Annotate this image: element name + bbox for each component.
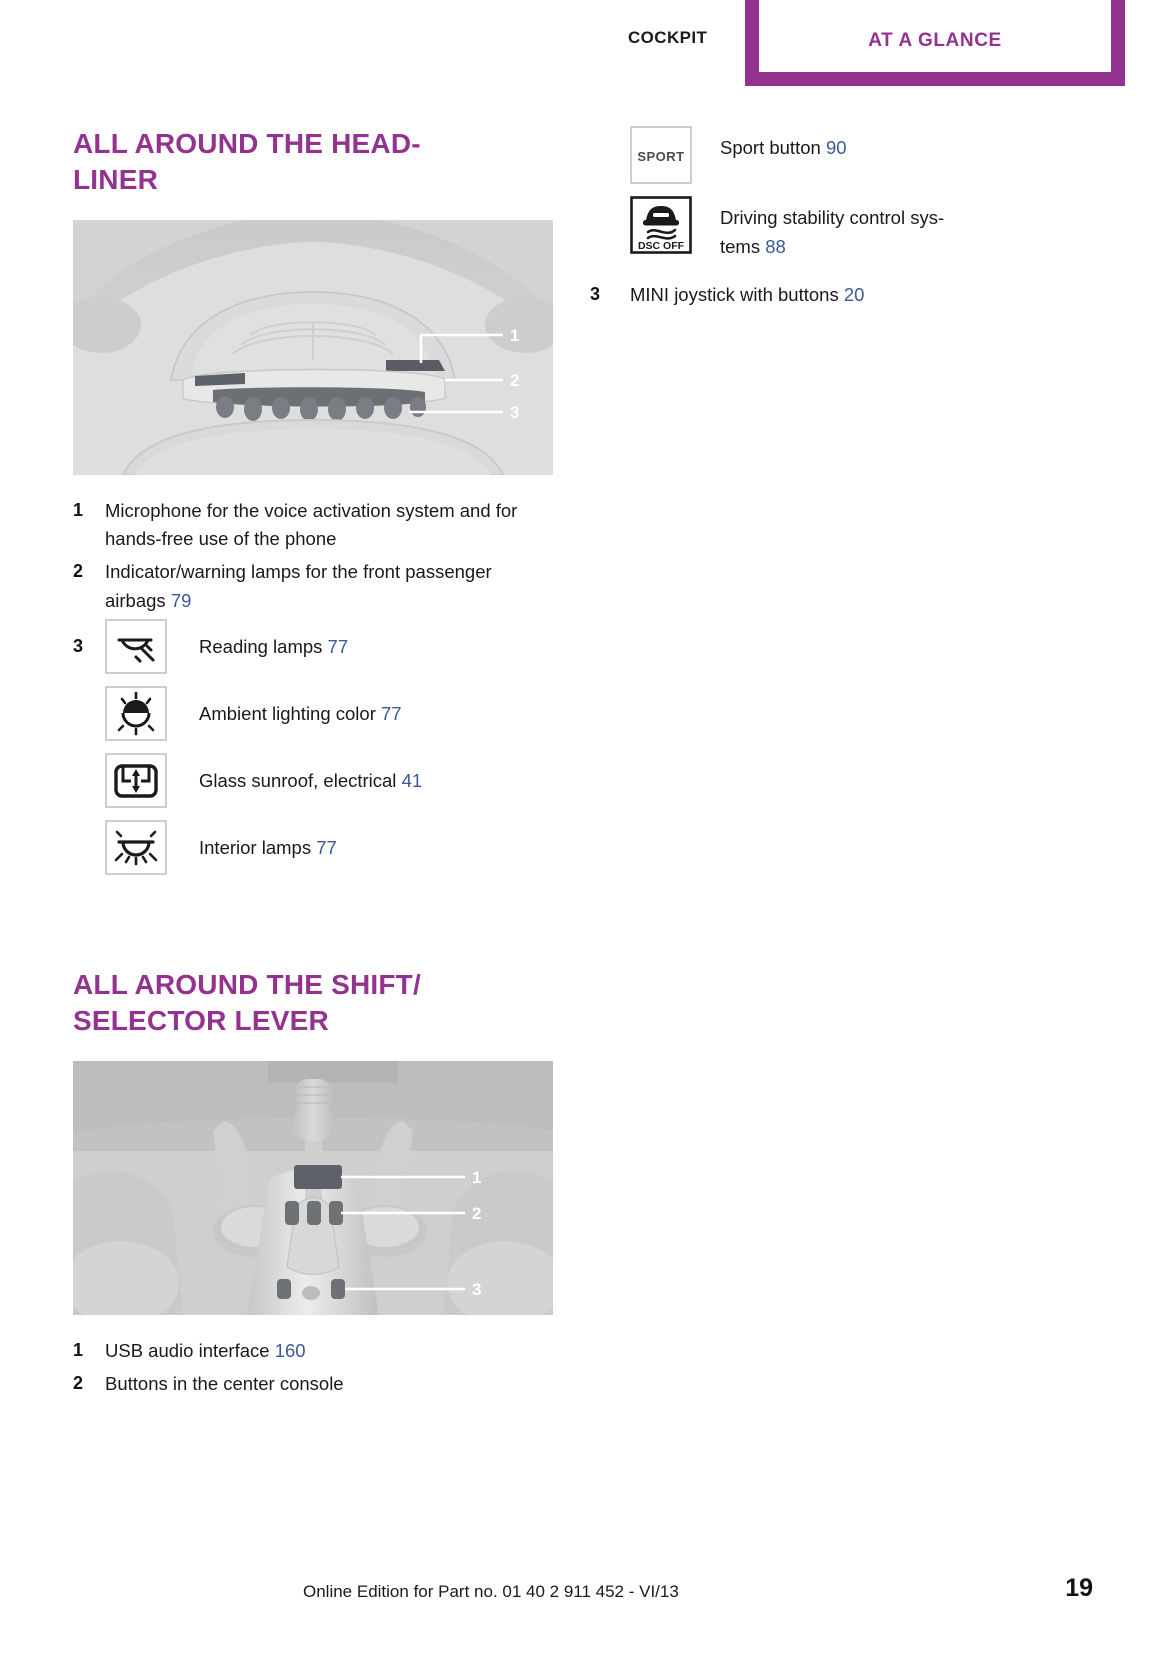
list-item-text: Indicator/warning lamps for the front pa… xyxy=(105,558,553,615)
list-item-label: MINI joystick with buttons xyxy=(630,284,839,306)
header-section-tab-label: AT A GLANCE xyxy=(868,30,1002,51)
icon-list-item-label-wrap: Reading lamps 77 xyxy=(167,619,348,662)
list-item: 3 MINI joystick with buttons 20 xyxy=(590,281,1090,310)
page-reference[interactable]: 160 xyxy=(275,1340,306,1361)
dsc-off-icon: DSC OFF xyxy=(630,196,692,254)
list-item: 2 Buttons in the center console xyxy=(73,1370,553,1399)
icon-list-item-label-wrap: Sport button 90 xyxy=(692,126,847,163)
list-item-text: MINI joystick with buttons 20 xyxy=(630,281,864,310)
svg-text:2: 2 xyxy=(510,371,519,390)
icon-list-item-label: Ambient lighting color xyxy=(199,703,376,725)
icon-list-item-label: Glass sunroof, electrical xyxy=(199,770,397,792)
interior-lamp-icon xyxy=(105,820,167,876)
page-reference[interactable]: 88 xyxy=(765,236,786,257)
section-title-headliner-line1: ALL AROUND THE HEAD- xyxy=(73,128,421,159)
icon-list-item: DSC OFF Driving stability control sys- t… xyxy=(590,196,1090,261)
svg-text:3: 3 xyxy=(510,403,519,422)
icon-list-item-label: Sport button xyxy=(720,137,821,158)
list-item: 1 Microphone for the voice activation sy… xyxy=(73,497,553,554)
svg-text:DSC OFF: DSC OFF xyxy=(638,240,685,252)
icon-list-item-label-wrap: Driving stability control sys- tems 88 xyxy=(692,196,944,261)
list-item: 1 USB audio interface 160 xyxy=(73,1337,553,1366)
left-column: ALL AROUND THE HEAD- LINER 1 2 3 1 Micro… xyxy=(73,126,553,1402)
glass-sunroof-icon xyxy=(105,753,167,809)
icon-list-item: Interior lamps 77 xyxy=(73,820,553,876)
page-reference[interactable]: 90 xyxy=(826,137,847,158)
list-item-text: USB audio interface 160 xyxy=(105,1337,306,1366)
icon-list-item: SPORT Sport button 90 xyxy=(590,126,1090,184)
icon-list-item: 3 Reading lamps 77 xyxy=(73,619,553,675)
icon-list-item-label-wrap: Interior lamps 77 xyxy=(167,820,337,863)
list-item-text: Microphone for the voice activation syst… xyxy=(105,499,518,550)
page-reference[interactable]: 77 xyxy=(328,636,349,657)
list-item-number: 2 xyxy=(73,561,84,581)
svg-text:1: 1 xyxy=(510,326,519,345)
icon-list-item-number: 3 xyxy=(73,636,84,657)
list-item: 2 Indicator/warning lamps for the front … xyxy=(73,558,553,615)
section-title-shift-lever-line1: ALL AROUND THE SHIFT/ xyxy=(73,969,421,1001)
section-title-shift-lever-line2: SELECTOR LEVER xyxy=(73,1005,329,1037)
icon-list-item-label-wrap: Glass sunroof, electrical 41 xyxy=(167,753,422,796)
list-item-label: Indicator/warning lamps for the front pa… xyxy=(105,561,492,611)
list-item-number: 2 xyxy=(73,1372,84,1393)
shift-lever-illustration: 1 2 3 xyxy=(73,1061,553,1315)
reading-lamp-icon xyxy=(105,619,167,675)
section-title-headliner-line2: LINER xyxy=(73,163,158,195)
icon-list-item-label: Reading lamps xyxy=(199,636,323,658)
icon-list-item-number xyxy=(73,820,105,834)
section-title-shift-lever: ALL AROUND THE SHIFT/ SELECTOR LEVER xyxy=(73,967,553,1039)
icon-list-item: Glass sunroof, electrical 41 xyxy=(73,753,553,809)
svg-text:1: 1 xyxy=(472,1168,481,1187)
list-item-text: Buttons in the center console xyxy=(105,1372,344,1394)
header-cockpit-label: COCKPIT xyxy=(628,28,708,47)
list-item-number: 3 xyxy=(590,284,601,305)
icon-list-item-label-wrap: Ambient lighting color 77 xyxy=(167,686,402,729)
footer-edition-text: Online Edition for Part no. 01 40 2 911 … xyxy=(303,1582,679,1601)
right-column: SPORT Sport button 90 DSC OFF Driving st… xyxy=(590,126,1090,314)
page-reference[interactable]: 20 xyxy=(844,284,865,305)
header-section-tab: AT A GLANCE xyxy=(745,0,1125,86)
icon-list-item-label: Interior lamps xyxy=(199,837,312,859)
svg-text:3: 3 xyxy=(472,1280,481,1299)
section-title-headliner: ALL AROUND THE HEAD- LINER xyxy=(73,126,553,198)
sport-button-icon: SPORT xyxy=(630,126,692,184)
icon-list-item-number xyxy=(73,753,105,767)
page-reference[interactable]: 77 xyxy=(381,703,402,724)
page-header: COCKPIT AT A GLANCE xyxy=(0,0,1166,90)
ambient-light-icon xyxy=(105,686,167,742)
list-item-number: 1 xyxy=(73,499,84,520)
icon-list-item-label-line1: Driving stability control sys- xyxy=(720,207,945,228)
page-number: 19 xyxy=(1065,1574,1093,1602)
icon-list-item-number xyxy=(73,686,105,700)
list-item-label: USB audio interface xyxy=(105,1340,270,1361)
svg-text:2: 2 xyxy=(472,1204,481,1223)
svg-text:SPORT: SPORT xyxy=(637,149,684,164)
list-item-number: 1 xyxy=(73,1340,84,1360)
headliner-illustration: 1 2 3 xyxy=(73,219,553,475)
page-reference[interactable]: 77 xyxy=(316,837,337,858)
page-reference[interactable]: 41 xyxy=(402,770,423,791)
icon-list-item: Ambient lighting color 77 xyxy=(73,686,553,742)
icon-list-item-label-line2: tems xyxy=(720,235,761,257)
header-section-tab-inner: AT A GLANCE xyxy=(759,0,1111,72)
page-reference[interactable]: 79 xyxy=(171,590,192,611)
